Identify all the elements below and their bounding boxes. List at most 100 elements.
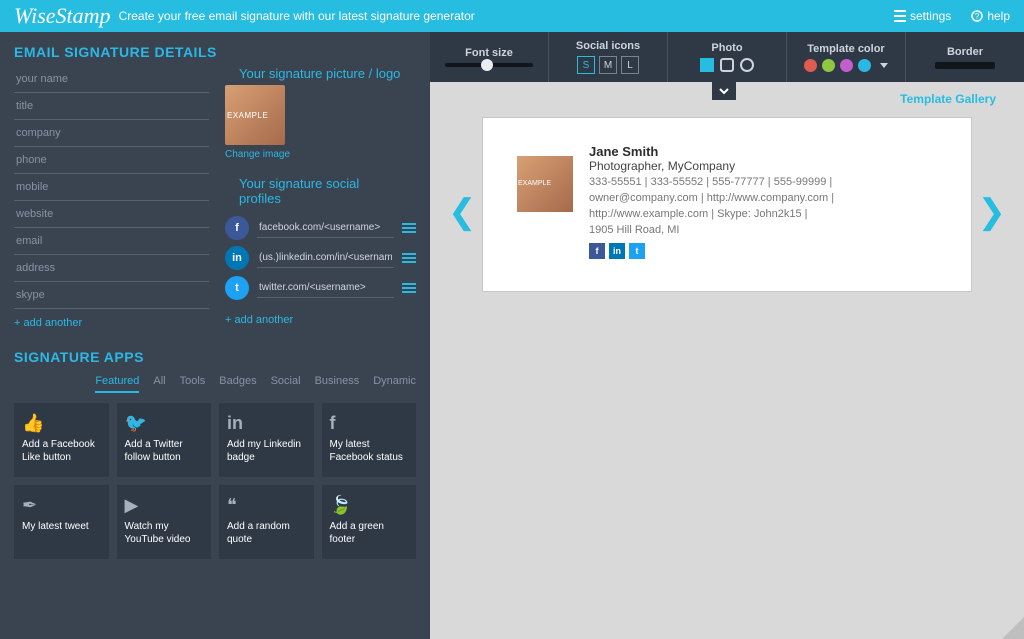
template-gallery-link[interactable]: Template Gallery <box>900 92 996 106</box>
twitter-input[interactable] <box>257 278 394 298</box>
mobile-field[interactable] <box>14 174 209 201</box>
settings-link[interactable]: settings <box>894 9 951 23</box>
add-field-link[interactable]: + add another <box>14 317 82 329</box>
apps-heading: SIGNATURE APPS <box>0 349 430 371</box>
tab-badges[interactable]: Badges <box>219 375 256 393</box>
signature-avatar[interactable] <box>225 85 285 145</box>
color-dot-3[interactable] <box>840 59 853 72</box>
twitter-icon: t <box>225 276 249 300</box>
app-twitter-follow[interactable]: 🐦Add a Twitter follow button <box>117 403 212 477</box>
font-size-label: Font size <box>465 47 513 59</box>
help-icon: ? <box>971 10 983 22</box>
linkedin-icon: in <box>227 413 306 433</box>
border-section: Border <box>906 32 1024 82</box>
preview-details: 333-55551 | 333-55552 | 555-77777 | 555-… <box>589 175 834 239</box>
social-row-facebook: f <box>225 216 416 240</box>
page-corner-fold <box>1002 617 1024 639</box>
preview-title: Photographer, MyCompany <box>589 159 834 173</box>
app-youtube[interactable]: ▶Watch my YouTube video <box>117 485 212 559</box>
template-color-section: Template color <box>787 32 906 82</box>
photo-section: Photo <box>668 32 787 82</box>
preview-twitter-icon: t <box>629 243 645 259</box>
add-social-link[interactable]: + add another <box>225 314 293 326</box>
next-template-arrow[interactable]: ❯ <box>978 192 1007 232</box>
youtube-icon: ▶ <box>125 495 204 515</box>
twitter-icon: 🐦 <box>125 413 204 433</box>
photo-shape-rounded[interactable] <box>720 58 734 72</box>
help-label: help <box>987 9 1010 23</box>
tab-all[interactable]: All <box>153 375 165 393</box>
chevron-down-icon <box>719 86 729 96</box>
reorder-icon[interactable] <box>402 223 416 233</box>
tab-tools[interactable]: Tools <box>180 375 206 393</box>
brand-logo: WiseStamp <box>14 3 111 29</box>
app-facebook-status[interactable]: f My latest Facebook status <box>322 403 417 477</box>
preview-line: 1905 Hill Road, MI <box>589 223 834 239</box>
app-label: My latest Facebook status <box>330 439 409 464</box>
app-green-footer[interactable]: 🍃Add a green footer <box>322 485 417 559</box>
social-icons-section: Social icons S M L <box>549 32 668 82</box>
help-link[interactable]: ? help <box>971 9 1010 23</box>
photo-shape-square[interactable] <box>700 58 714 72</box>
slider-thumb[interactable] <box>481 59 493 71</box>
quote-icon: ❝ <box>227 495 306 515</box>
photo-shape-circle[interactable] <box>740 58 754 72</box>
settings-label: settings <box>910 9 951 23</box>
color-dot-1[interactable] <box>804 59 817 72</box>
thumbs-up-icon: 👍 <box>22 413 101 433</box>
apps-tabs: Featured All Tools Badges Social Busines… <box>0 371 430 399</box>
preview-facebook-icon: f <box>589 243 605 259</box>
company-field[interactable] <box>14 120 209 147</box>
title-field[interactable] <box>14 93 209 120</box>
menu-icon <box>894 10 906 22</box>
quill-icon: ✒ <box>22 495 101 515</box>
app-facebook-like[interactable]: 👍 Add a Facebook Like button <box>14 403 109 477</box>
reorder-icon[interactable] <box>402 253 416 263</box>
svg-text:?: ? <box>975 12 980 21</box>
picture-heading: Your signature picture / logo <box>225 66 416 85</box>
left-panel: EMAIL SIGNATURE DETAILS + add another Yo… <box>0 32 430 639</box>
preview-line: owner@company.com | http://www.company.c… <box>589 191 834 207</box>
social-row-linkedin: in <box>225 246 416 270</box>
top-bar: WiseStamp Create your free email signatu… <box>0 0 1024 32</box>
address-field[interactable] <box>14 255 209 282</box>
email-field[interactable] <box>14 228 209 255</box>
phone-field[interactable] <box>14 147 209 174</box>
chevron-down-icon[interactable] <box>880 63 888 68</box>
linkedin-input[interactable] <box>257 248 394 268</box>
options-strip: Font size Social icons S M L Photo <box>430 32 1024 82</box>
border-label: Border <box>947 46 983 58</box>
prev-template-arrow[interactable]: ❮ <box>448 192 477 232</box>
color-dot-2[interactable] <box>822 59 835 72</box>
signature-preview: Jane Smith Photographer, MyCompany 333-5… <box>482 117 972 292</box>
fields-column: + add another <box>14 66 209 331</box>
preview-avatar <box>517 156 573 212</box>
change-image-link[interactable]: Change image <box>225 149 416 160</box>
font-size-slider[interactable] <box>445 63 533 67</box>
size-l[interactable]: L <box>621 56 639 74</box>
size-s[interactable]: S <box>577 56 595 74</box>
skype-field[interactable] <box>14 282 209 309</box>
tab-featured[interactable]: Featured <box>95 375 139 393</box>
template-color-label: Template color <box>807 43 884 55</box>
app-linkedin-badge[interactable]: inAdd my Linkedin badge <box>219 403 314 477</box>
name-field[interactable] <box>14 66 209 93</box>
tab-dynamic[interactable]: Dynamic <box>373 375 416 393</box>
tab-social[interactable]: Social <box>271 375 301 393</box>
facebook-input[interactable] <box>257 218 394 238</box>
social-row-twitter: t <box>225 276 416 300</box>
border-slider[interactable] <box>935 62 995 69</box>
app-quote[interactable]: ❝ Add a random quote <box>219 485 314 559</box>
website-field[interactable] <box>14 201 209 228</box>
social-icons-label: Social icons <box>576 40 640 52</box>
app-label: Add a random quote <box>227 521 306 546</box>
facebook-icon: f <box>330 413 409 433</box>
color-dot-4[interactable] <box>858 59 871 72</box>
app-latest-tweet[interactable]: ✒My latest tweet <box>14 485 109 559</box>
size-m[interactable]: M <box>599 56 617 74</box>
tab-business[interactable]: Business <box>315 375 360 393</box>
app-label: Add a Facebook Like button <box>22 439 101 464</box>
reorder-icon[interactable] <box>402 283 416 293</box>
strip-toggle[interactable] <box>712 82 736 100</box>
right-panel: Font size Social icons S M L Photo <box>430 32 1024 639</box>
